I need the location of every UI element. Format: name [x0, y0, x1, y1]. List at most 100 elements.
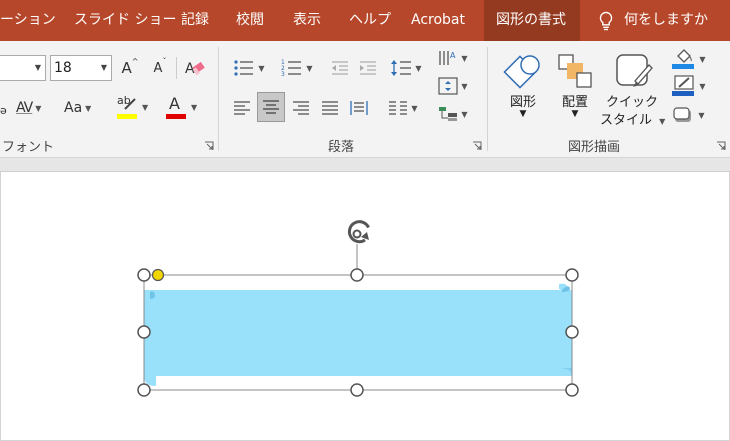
- resize-handle-top: [350, 268, 364, 282]
- lightbulb-icon: [599, 11, 613, 30]
- resize-handle-top-right: [565, 268, 579, 282]
- shapes-label: 図形: [509, 95, 536, 110]
- resize-handle-bottom-left: [137, 383, 151, 397]
- svg-text:A: A: [450, 51, 456, 60]
- clear-formatting-button[interactable]: A: [182, 55, 208, 81]
- tab-review[interactable]: 校閲: [236, 0, 264, 41]
- font-name-combo[interactable]: ▼: [0, 55, 46, 81]
- svg-text:3: 3: [281, 71, 285, 77]
- pen-outline-icon: [674, 75, 695, 90]
- font-group-label: フォント: [2, 140, 55, 155]
- slide-canvas[interactable]: [0, 172, 730, 441]
- resize-handle-bottom-right: [565, 383, 579, 397]
- align-right-icon: [293, 101, 309, 115]
- clear-formatting-icon: A: [185, 61, 205, 77]
- tell-me-label: 何をしますか: [624, 12, 708, 28]
- resize-handle-bottom: [350, 383, 364, 397]
- align-text-icon: [438, 77, 459, 95]
- shape-fill-swatch: [672, 64, 695, 69]
- quick-styles-label-2: スタイル: [600, 113, 653, 128]
- shapes-icon: [503, 55, 540, 89]
- increase-indent-button[interactable]: [356, 55, 380, 81]
- tab-slide-show[interactable]: スライド ショー: [74, 0, 176, 41]
- paint-bucket-icon: [677, 49, 693, 63]
- resize-handle-left: [137, 325, 151, 339]
- tab-record[interactable]: 記録: [181, 0, 209, 41]
- align-left-icon: [234, 101, 250, 115]
- ribbon: ▼ 18 ▼ A ^ A ˇ A ə AV ▼ Aa ▼ ab ▼ A ▼ フォ…: [0, 41, 730, 158]
- text-direction-icon: A: [439, 51, 456, 65]
- tab-shape-format[interactable]: 図形の書式: [484, 0, 580, 41]
- change-case-label: Aa: [64, 100, 83, 116]
- align-right-button[interactable]: [289, 95, 313, 121]
- highlight-color-button[interactable]: ab ▼: [117, 93, 148, 121]
- character-spacing-button[interactable]: AV ▼: [16, 95, 41, 121]
- arrange-icon: [558, 54, 592, 88]
- convert-to-smartart-button[interactable]: ▼: [434, 103, 472, 125]
- quick-styles-label-row[interactable]: スタイル ▼: [600, 109, 665, 128]
- highlighter-icon: [124, 98, 136, 110]
- grow-font-label: A: [121, 59, 132, 77]
- shape-fill-button[interactable]: ▼: [664, 47, 714, 71]
- shape-outline-swatch: [672, 91, 695, 96]
- resize-handle-top-left: [137, 268, 151, 282]
- ribbon-bottom-strip: [0, 158, 730, 172]
- shapes-dropdown-arrow[interactable]: ▼: [503, 109, 543, 119]
- columns-icon: [389, 101, 408, 115]
- text-direction-button[interactable]: A ▼: [434, 47, 472, 69]
- tab-acrobat[interactable]: Acrobat: [411, 0, 465, 41]
- shrink-font-label: A: [153, 60, 163, 76]
- arrange-label: 配置: [561, 95, 588, 110]
- decrease-indent-button[interactable]: [328, 55, 352, 81]
- shrink-font-button[interactable]: A ˇ: [148, 55, 172, 81]
- decrease-indent-icon: [332, 61, 348, 75]
- change-case-button[interactable]: Aa ▼: [64, 95, 91, 121]
- numbering-button[interactable]: 1 2 3 ▼: [276, 55, 318, 81]
- drawing-group-label: 図形描画: [568, 140, 621, 155]
- align-center-button[interactable]: [257, 92, 285, 122]
- bullet-list-icon: [234, 60, 254, 76]
- tab-slideshow-partial[interactable]: ーション: [0, 0, 56, 41]
- quick-styles-button[interactable]: [610, 49, 656, 93]
- tell-me-search[interactable]: 何をしますか: [598, 0, 708, 41]
- paragraph-dialog-launcher-icon[interactable]: [472, 141, 482, 151]
- rotate-handle-icon[interactable]: [347, 220, 370, 244]
- tab-view[interactable]: 表示: [293, 0, 321, 41]
- justify-icon: [322, 101, 338, 115]
- font-dialog-launcher-icon[interactable]: [204, 141, 214, 151]
- slide-svg: [137, 220, 579, 397]
- arrange-button[interactable]: [553, 49, 597, 93]
- align-text-button[interactable]: ▼: [434, 75, 472, 97]
- scroll-shape[interactable]: [144, 283, 572, 386]
- quick-styles-label-1: クイック: [606, 95, 659, 110]
- font-size-combo[interactable]: 18 ▼: [50, 55, 112, 81]
- font-color-label: A: [169, 94, 180, 113]
- character-spacing-label: AV: [16, 100, 33, 116]
- adjust-handle[interactable]: [151, 268, 165, 282]
- arrange-dropdown-arrow[interactable]: ▼: [555, 109, 595, 119]
- bullets-button[interactable]: ▼: [228, 55, 270, 81]
- shape-effects-icon: [673, 107, 692, 122]
- drawing-dialog-launcher-icon[interactable]: [716, 141, 726, 151]
- font-partial-button[interactable]: ə: [0, 98, 7, 122]
- columns-button[interactable]: ▼: [382, 95, 424, 121]
- shape-effects-button[interactable]: ▼: [664, 103, 714, 127]
- align-center-icon: [263, 100, 279, 114]
- shape-outline-button[interactable]: ▼: [664, 74, 714, 98]
- paragraph-group-label: 段落: [328, 140, 355, 155]
- font-size-value: 18: [54, 60, 72, 76]
- align-left-button[interactable]: [230, 95, 254, 121]
- quick-styles-icon: [616, 54, 653, 87]
- grow-font-button[interactable]: A ^: [118, 55, 142, 81]
- numbered-list-icon: 1 2 3: [281, 59, 302, 77]
- line-spacing-button[interactable]: ▼: [386, 55, 426, 81]
- font-color-button[interactable]: A ▼: [166, 93, 197, 121]
- line-spacing-icon: [391, 60, 412, 76]
- resize-handle-right: [565, 325, 579, 339]
- justify-button[interactable]: [318, 95, 342, 121]
- font-color-swatch: [166, 114, 186, 119]
- shapes-button[interactable]: [500, 49, 546, 93]
- ribbon-tab-bar: ーション スライド ショー 記録 校閲 表示 ヘルプ Acrobat 図形の書式…: [0, 0, 730, 41]
- tab-help[interactable]: ヘルプ: [349, 0, 391, 41]
- distributed-button[interactable]: [347, 95, 371, 121]
